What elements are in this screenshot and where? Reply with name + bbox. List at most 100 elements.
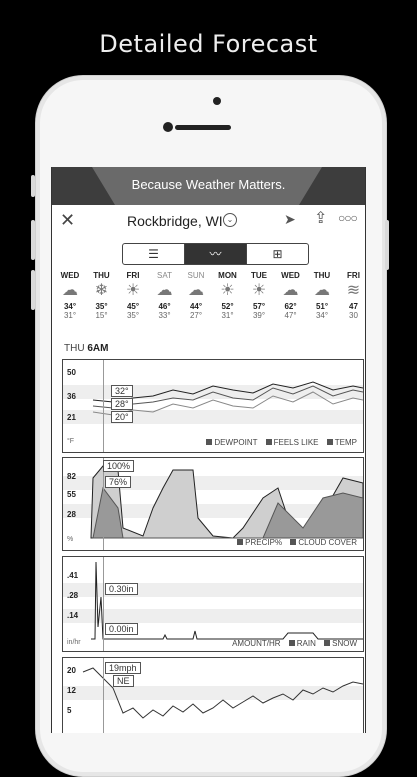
day-column[interactable]: FRI ≋ 47 30 [338,271,366,320]
day-column[interactable]: SUN ☁ 44° 27° [180,271,212,320]
day-name: WED [281,271,300,280]
selected-day: THU [64,343,85,354]
day-column[interactable]: WED ☁ 62° 47° [275,271,307,320]
legend-rain: RAIN [296,639,316,648]
caption: Detailed Forecast [99,30,318,58]
day-column[interactable]: MON ☀ 52° 31° [212,271,244,320]
cloud-cover-tooltip: 100% [103,460,135,472]
day-name: SUN [187,271,205,280]
location-title[interactable]: Rockbridge, WI [127,213,223,229]
day-name: FRI [347,271,360,280]
day-low: 39° [252,311,266,320]
day-low: 15° [95,311,108,320]
graph-view-icon[interactable]: 〰 [185,244,247,264]
day-high: 62° [284,302,297,311]
day-column[interactable]: SAT ☁ 46° 33° [149,271,181,320]
day-low: 35° [126,311,140,320]
more-icon[interactable]: ○○○ [338,211,358,225]
precip-legend: PRECIP% CLOUD COVER [231,538,357,547]
legend-cloud-cover: CLOUD COVER [298,538,357,547]
chevron-down-icon[interactable]: ⌄ [223,213,237,227]
day-high: 35° [95,302,108,311]
day-high: 52° [221,302,234,311]
header-bar: ✕ Rockbridge, WI ⌄ ➤ ⇪ ○○○ [52,205,365,237]
day-name: WED [60,271,80,280]
wind-speed-tooltip: 19mph [105,662,141,674]
day-column[interactable]: THU ❄ 35° 15° [86,271,118,320]
app-screen: Because Weather Matters. ✕ Rockbridge, W… [51,167,366,733]
time-cursor[interactable] [103,557,104,651]
selected-hour: 6AM [87,343,109,354]
list-view-icon[interactable]: ☰ [123,244,185,264]
wind-ytick: 20 [67,666,76,675]
day-high: 51° [315,302,329,311]
location-arrow-icon[interactable]: ➤ [284,211,296,228]
legend-feels-like: FEELS LIKE [273,438,319,447]
day-name: TUE [251,271,267,280]
day-low: 30 [349,311,358,320]
amount-legend: AMOUNT/HR RAIN SNOW [226,639,357,648]
snow-cloud-icon: ☁ [188,282,204,299]
day-name: THU [313,271,331,280]
day-column[interactable]: WED ☁ 34° 31° [54,271,86,320]
day-low: 31° [221,311,234,320]
temperature-chart[interactable]: 50 36 21 °F 32° 28° 20° DEWPOINT FEELS L… [62,359,364,453]
daily-forecast-strip: WED ☁ 34° 31° THU ❄ 35° 15° FRI ☀ 45° 35° SAT ☁ 46° 33°… [52,271,365,341]
temp-ytick: 50 [67,368,76,377]
day-name: FRI [126,271,140,280]
volume-down-button [31,270,35,310]
wind-chart[interactable]: 20 12 5 19mph NE [62,657,364,733]
sun-icon: ☀ [125,282,141,299]
banner-text: Because Weather Matters. [131,177,286,192]
temp-ytick: 36 [67,392,76,401]
legend-precip: PRECIP% [245,538,283,547]
rain-cloud-icon: ☁ [282,282,299,299]
time-cursor[interactable] [103,360,104,452]
day-high: 46° [158,302,171,311]
selected-time: THU 6AM [64,343,108,354]
temp-unit: °F [67,438,75,445]
temp-legend: DEWPOINT FEELS LIKE TEMP [200,438,357,447]
precip-unit: % [67,536,74,543]
day-low: 27° [189,311,203,320]
day-low: 47° [284,311,297,320]
amount-plot [63,561,363,640]
amount-ytick: .41 [67,571,79,580]
amount-unit: in/hr [67,639,81,646]
temp-ytick: 21 [67,413,76,422]
feels-like-tooltip: 28° [111,398,133,410]
sensor-icon [163,122,173,132]
time-cursor[interactable] [103,658,104,733]
close-icon[interactable]: ✕ [60,210,75,231]
amount-chart[interactable]: .41 .28 .14 in/hr 0.30in 0.00in AMOUNT/H… [62,556,364,652]
legend-temp: TEMP [334,438,357,447]
legend-amount-title: AMOUNT/HR [232,639,281,648]
wind-ytick: 5 [67,706,72,715]
wind-ytick: 12 [67,686,76,695]
precip-ytick: 28 [67,510,76,519]
day-column[interactable]: FRI ☀ 45° 35° [117,271,149,320]
day-low: 31° [63,311,77,320]
precipitation-chart[interactable]: 82 55 28 % 100% 76% PRECIP% CLOUD COVER [62,457,364,551]
snow-cloud-icon: ☁ [62,282,78,299]
sun-icon: ☀ [220,282,235,299]
temp-tooltip: 20° [111,411,133,423]
radar-view-icon[interactable]: ⊞ [247,244,308,264]
day-column[interactable]: TUE ☀ 57° 39° [243,271,275,320]
day-high: 34° [63,302,77,311]
snowflake-icon: ❄ [94,282,109,299]
mute-switch [31,175,35,197]
share-icon[interactable]: ⇪ [314,208,327,228]
day-column[interactable]: THU ☁ 51° 34° [306,271,338,320]
precip-ytick: 82 [67,472,76,481]
day-high: 45° [126,302,140,311]
rain-cloud-icon: ☁ [156,282,173,299]
rain-tooltip: 0.30in [105,583,138,595]
view-switcher: ☰ 〰 ⊞ [122,243,309,265]
volume-up-button [31,220,35,260]
day-high: 47 [349,302,358,311]
fog-icon: ≋ [346,282,361,299]
day-high: 57° [252,302,266,311]
day-name: THU [93,271,110,280]
ad-banner[interactable]: Because Weather Matters. [52,167,365,205]
